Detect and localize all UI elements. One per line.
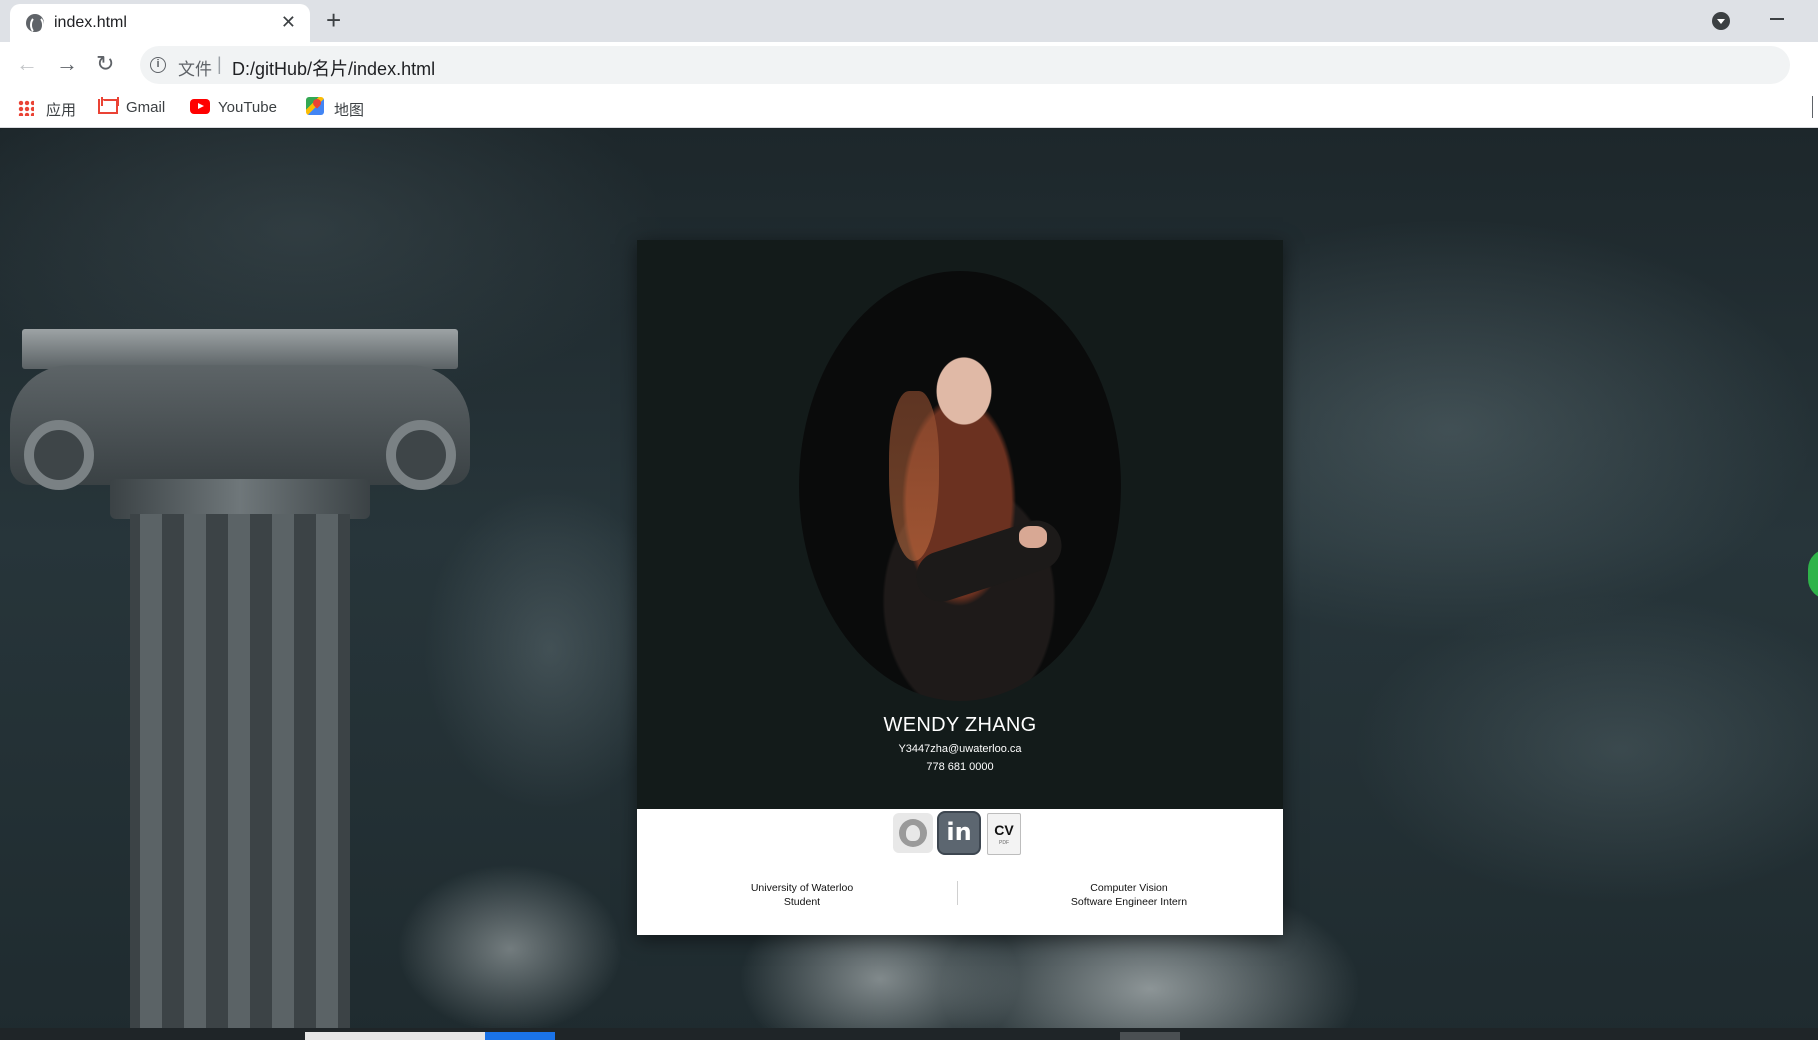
address-bar[interactable]: i 文件 | D:/gitHub/名片/index.html 🔍 ☆ — [140, 46, 1790, 84]
maps-icon — [306, 97, 324, 115]
bookmark-label: 应用 — [46, 102, 77, 119]
scrollbar-thumb[interactable] — [485, 1032, 555, 1040]
globe-icon — [26, 14, 44, 34]
education-role: Student — [783, 896, 821, 908]
work-info: Computer Vision Software Engineer Intern — [979, 881, 1279, 909]
minimize-button[interactable] — [1770, 18, 1784, 20]
url-text[interactable]: D:/gitHub/名片/index.html — [232, 55, 435, 81]
scrollbar-segment — [1120, 1032, 1180, 1040]
tab-title: index.html — [54, 14, 127, 31]
work-role: Software Engineer Intern — [1070, 896, 1188, 908]
column-shaft — [130, 514, 350, 1040]
github-icon[interactable] — [893, 813, 933, 853]
column-neck — [110, 479, 370, 519]
linkedin-button[interactable]: in — [937, 811, 981, 855]
horizontal-scrollbar[interactable] — [0, 1028, 1818, 1040]
bookmarks-bar: 应用 Gmail YouTube 地图 — [0, 88, 1818, 128]
card-footer: in CV PDF University of Waterloo Student… — [637, 809, 1283, 935]
bookmark-label: 地图 — [334, 102, 365, 119]
browser-window: index.html ✕ + ← → ↻ i 文件 | D:/gitHub/名片… — [0, 0, 1818, 1040]
column-capital — [22, 329, 458, 369]
scrollbar-segment — [305, 1032, 485, 1040]
reload-button[interactable]: ↻ — [96, 50, 114, 78]
gmail-icon — [98, 99, 118, 114]
back-button[interactable]: ← — [16, 50, 38, 78]
profile-photo — [799, 271, 1121, 701]
email-text: Y3447zha@uwaterloo.ca — [898, 743, 1022, 755]
portrait-hand — [1019, 526, 1047, 548]
volute-left — [24, 420, 94, 490]
card-header: WENDY ZHANG Y3447zha@uwaterloo.ca 778 68… — [637, 240, 1283, 809]
bookmark-label: Gmail — [126, 99, 166, 116]
info-divider — [957, 881, 958, 905]
bookmark-label: YouTube — [218, 99, 277, 116]
toolbar: ← → ↻ i 文件 | D:/gitHub/名片/index.html 🔍 ☆ — [0, 42, 1818, 88]
tab-close-icon[interactable]: ✕ — [281, 12, 296, 32]
background-column-image — [10, 329, 470, 1040]
cv-pdf-label: PDF — [999, 840, 1009, 846]
file-scheme-label: 文件 — [178, 60, 212, 79]
apps-grid-icon — [18, 100, 34, 116]
new-tab-button[interactable]: + — [326, 6, 341, 34]
portrait-hair — [889, 391, 939, 561]
page-viewport: WENDY ZHANG Y3447zha@uwaterloo.ca 778 68… — [0, 129, 1818, 1040]
work-field: Computer Vision — [1090, 882, 1168, 894]
tab-search-button[interactable] — [1712, 12, 1730, 30]
phone-text: 778 681 0000 — [926, 761, 994, 773]
tab-strip: index.html ✕ + — [0, 0, 1818, 42]
reading-list-icon[interactable] — [1812, 96, 1818, 118]
person-name: WENDY ZHANG — [883, 714, 1037, 736]
url-separator: | — [217, 54, 222, 74]
linkedin-icon: in — [946, 818, 972, 846]
cv-icon: CV — [994, 822, 1014, 838]
tab-index-html[interactable]: index.html ✕ — [10, 4, 310, 42]
side-widget[interactable] — [1808, 549, 1818, 599]
business-card: WENDY ZHANG Y3447zha@uwaterloo.ca 778 68… — [637, 240, 1283, 935]
cv-download-button[interactable]: CV PDF — [987, 813, 1021, 855]
education-school: University of Waterloo — [750, 882, 854, 894]
site-info-icon[interactable]: i — [150, 57, 166, 73]
column-volutes — [10, 365, 470, 490]
forward-button[interactable]: → — [56, 50, 78, 78]
volute-right — [386, 420, 456, 490]
education-info: University of Waterloo Student — [652, 881, 952, 909]
youtube-icon — [190, 99, 210, 114]
